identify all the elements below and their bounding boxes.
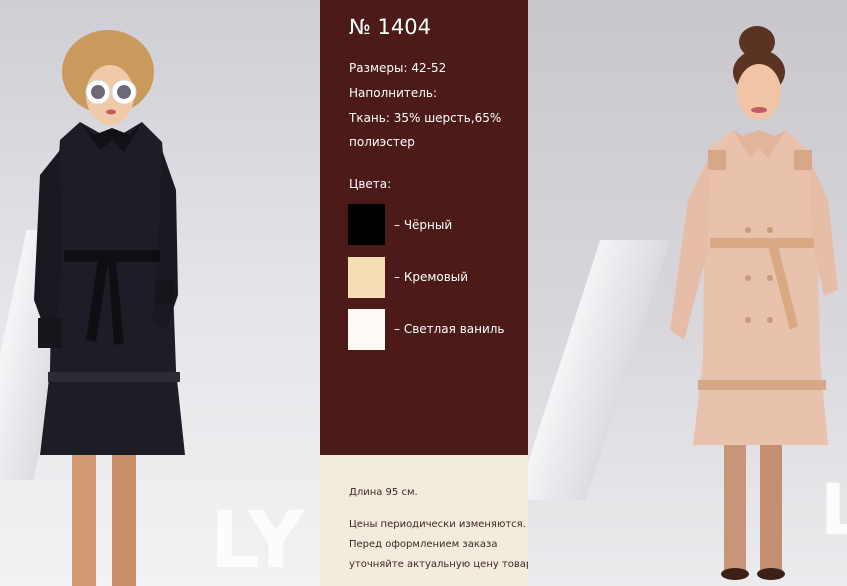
product-length: Длина 95 см. [349,487,418,498]
color-swatch-black [348,204,385,245]
price-notice-line-1: Цены периодически изменяются. [349,519,526,530]
model-photo-black-coat: LY [0,0,320,586]
model-beige-coat-illustration [670,26,838,580]
product-filler: Наполнитель: [349,86,438,100]
color-label-vanilla: – Светлая ваниль [394,322,505,336]
brand-logo-left: LY [210,496,305,586]
price-notice-line-3: уточняйте актуальную цену товара [349,559,528,570]
product-notes-panel: Длина 95 см. Цены периодически изменяютс… [320,455,528,586]
product-number: № 1404 [349,15,431,39]
color-swatch-vanilla [348,309,385,350]
colors-heading: Цвета: [349,177,392,191]
product-sizes: Размеры: 42-52 [349,61,447,75]
price-notice-line-2: Перед оформлением заказа [349,539,498,550]
product-info-panel: № 1404 Размеры: 42-52 Наполнитель: Ткань… [320,0,528,455]
color-label-cream: – Кремовый [394,270,469,284]
product-fabric: Ткань: 35% шерсть,65% [349,111,502,125]
brand-logo-right: LY [820,469,847,551]
color-label-black: – Чёрный [394,218,453,232]
model-photo-beige-coat: LY [528,0,847,586]
color-swatch-cream [348,257,385,298]
product-fabric-cont: полиэстер [349,135,415,149]
